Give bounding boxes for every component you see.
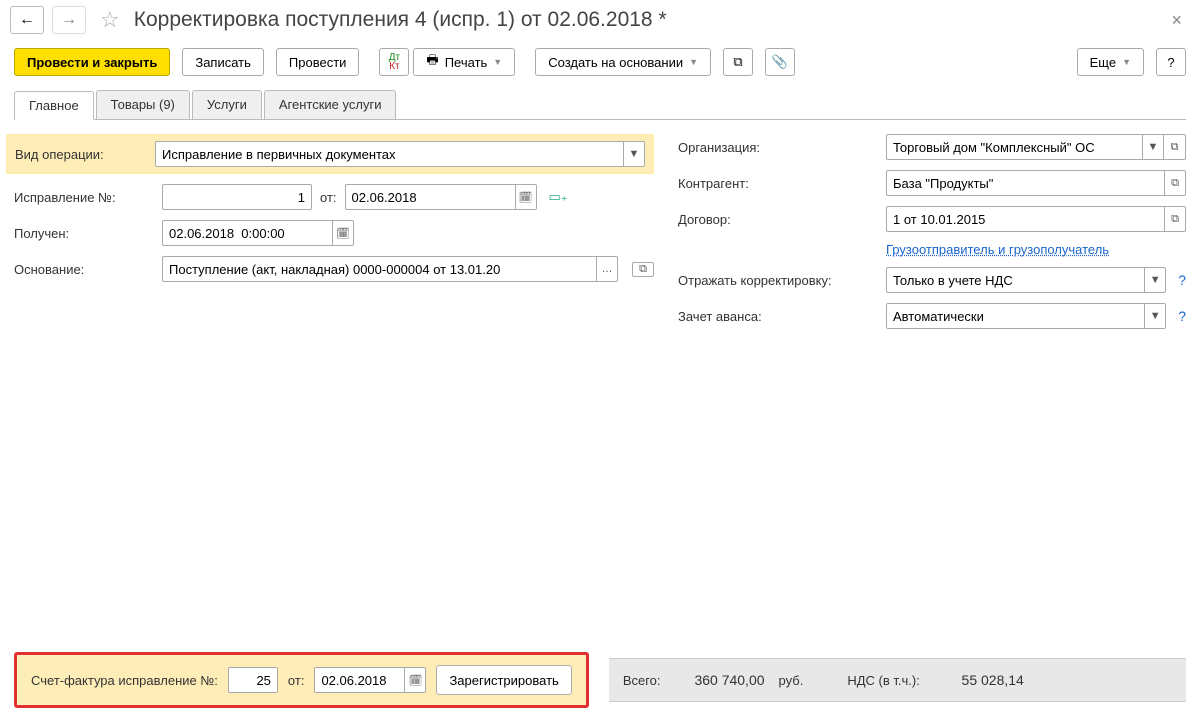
- reflect-field[interactable]: [886, 267, 1144, 293]
- post-button[interactable]: Провести: [276, 48, 360, 76]
- contract-label: Договор:: [678, 212, 878, 227]
- nav-forward-button[interactable]: →: [52, 6, 86, 34]
- dropdown-button[interactable]: ▼: [623, 141, 645, 167]
- new-row-icon[interactable]: ▭₊: [549, 189, 568, 205]
- invoice-from-label: от:: [288, 673, 305, 688]
- dropdown-icon: ▼: [1122, 57, 1131, 67]
- org-field[interactable]: [886, 134, 1142, 160]
- attachments-button[interactable]: 📎: [765, 48, 795, 76]
- print-button[interactable]: 🖶 Печать ▼: [413, 48, 515, 76]
- vat-value: 55 028,14: [934, 672, 1024, 688]
- contractor-field[interactable]: [886, 170, 1164, 196]
- tab-services[interactable]: Услуги: [192, 90, 262, 119]
- tab-goods[interactable]: Товары (9): [96, 90, 190, 119]
- ellipsis-button[interactable]: …: [596, 256, 618, 282]
- shipper-consignee-link[interactable]: Грузоотправитель и грузополучатель: [886, 242, 1109, 257]
- dropdown-button[interactable]: ▼: [1144, 303, 1166, 329]
- op-type-field[interactable]: [155, 141, 623, 167]
- print-label: Печать: [445, 55, 488, 70]
- org-label: Организация:: [678, 140, 878, 155]
- correction-no-field[interactable]: [162, 184, 312, 210]
- paperclip-icon: 📎: [772, 54, 788, 70]
- structure-button[interactable]: ⧉: [723, 48, 753, 76]
- dropdown-icon: ▼: [493, 57, 502, 67]
- received-field[interactable]: [162, 220, 332, 246]
- calendar-icon[interactable]: 🗓: [515, 184, 537, 210]
- contractor-label: Контрагент:: [678, 176, 878, 191]
- received-label: Получен:: [14, 226, 154, 241]
- create-based-button[interactable]: Создать на основании ▼: [535, 48, 711, 76]
- printer-icon: 🖶: [426, 51, 438, 73]
- basis-label: Основание:: [14, 262, 154, 277]
- help-button[interactable]: ?: [1156, 48, 1186, 76]
- dropdown-button[interactable]: ▼: [1142, 134, 1164, 160]
- tab-agent[interactable]: Агентские услуги: [264, 90, 397, 119]
- dropdown-button[interactable]: ▼: [1144, 267, 1166, 293]
- more-button[interactable]: Еще ▼: [1077, 48, 1144, 76]
- more-label: Еще: [1090, 55, 1116, 70]
- nav-back-button[interactable]: ←: [10, 6, 44, 34]
- invoice-label: Счет-фактура исправление №:: [31, 673, 218, 688]
- correction-date-field[interactable]: [345, 184, 515, 210]
- close-button[interactable]: ×: [1163, 10, 1190, 31]
- correction-from-label: от:: [320, 190, 337, 205]
- calendar-icon[interactable]: 🗓: [404, 667, 426, 693]
- contract-field[interactable]: [886, 206, 1164, 232]
- basis-field[interactable]: [162, 256, 596, 282]
- advance-field[interactable]: [886, 303, 1144, 329]
- post-and-close-button[interactable]: Провести и закрыть: [14, 48, 170, 76]
- total-label: Всего:: [623, 673, 661, 688]
- save-button[interactable]: Записать: [182, 48, 264, 76]
- open-button[interactable]: ⧉: [1164, 134, 1186, 160]
- tab-main[interactable]: Главное: [14, 91, 94, 120]
- open-button[interactable]: ⧉: [632, 262, 654, 277]
- register-button[interactable]: Зарегистрировать: [436, 665, 571, 695]
- invoice-no-field[interactable]: [228, 667, 278, 693]
- favorite-icon[interactable]: ☆: [94, 7, 126, 33]
- op-type-label: Вид операции:: [15, 147, 147, 162]
- debit-credit-button[interactable]: ДтКт: [379, 48, 409, 76]
- advance-label: Зачет аванса:: [678, 309, 878, 324]
- create-based-label: Создать на основании: [548, 55, 683, 70]
- correction-no-label: Исправление №:: [14, 190, 154, 205]
- reflect-label: Отражать корректировку:: [678, 273, 878, 288]
- vat-label: НДС (в т.ч.):: [847, 673, 920, 688]
- calendar-icon[interactable]: 🗓: [332, 220, 354, 246]
- currency: руб.: [779, 673, 804, 688]
- help-icon[interactable]: ?: [1178, 272, 1186, 288]
- help-icon[interactable]: ?: [1178, 308, 1186, 324]
- invoice-date-field[interactable]: [314, 667, 404, 693]
- open-button[interactable]: ⧉: [1164, 206, 1186, 232]
- total-value: 360 740,00: [675, 672, 765, 688]
- page-title: Корректировка поступления 4 (испр. 1) от…: [134, 8, 1156, 32]
- open-button[interactable]: ⧉: [1164, 170, 1186, 196]
- dropdown-icon: ▼: [689, 57, 698, 67]
